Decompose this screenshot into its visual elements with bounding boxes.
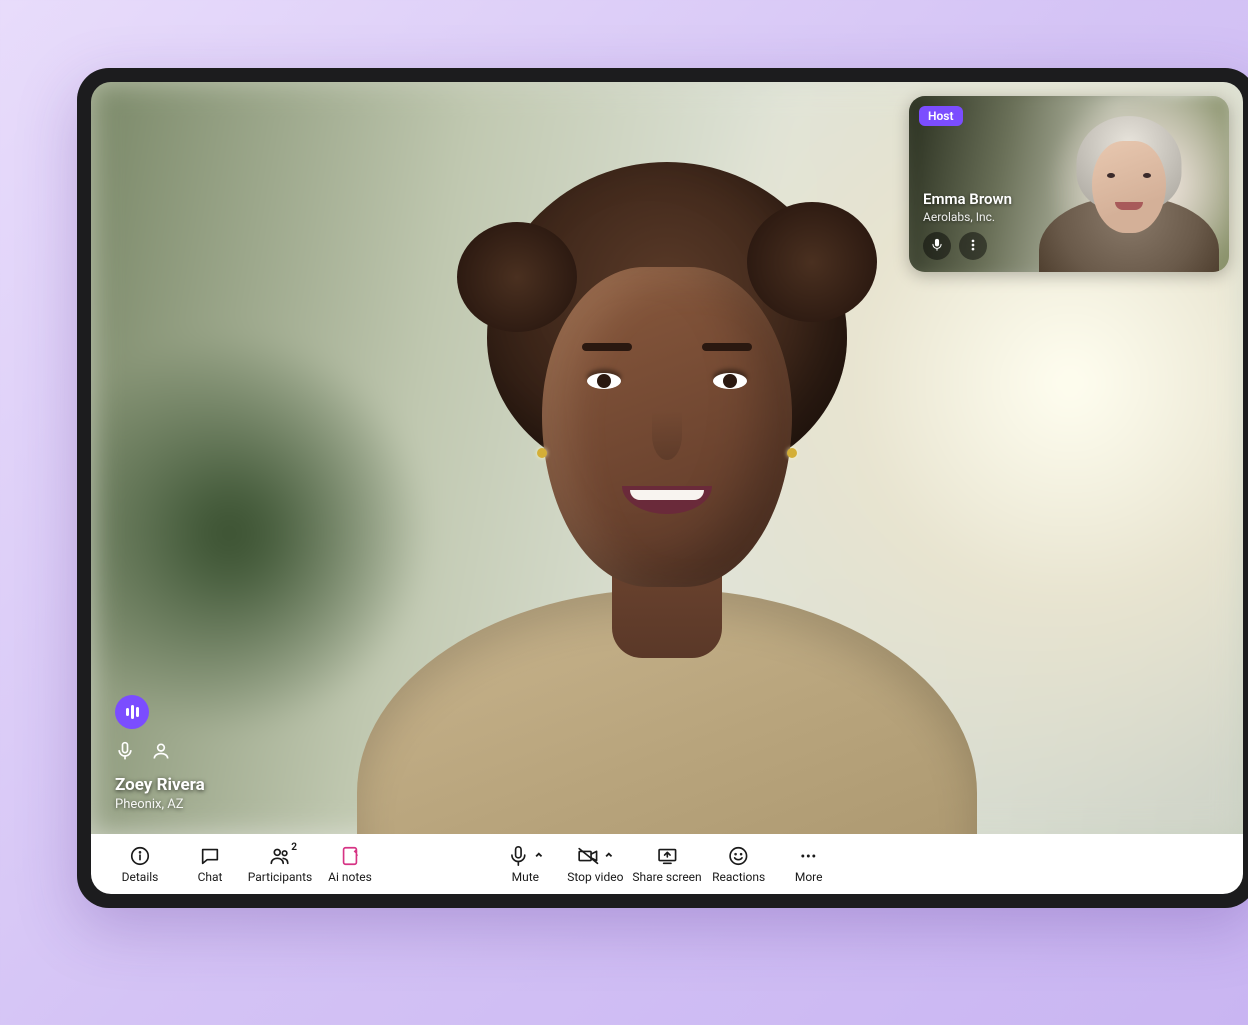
video-stage: Host Emma Brown Aerolabs, Inc. [91, 82, 1243, 834]
share-screen-label: Share screen [632, 870, 701, 884]
more-horizontal-icon [798, 845, 820, 867]
participants-icon: 2 [269, 845, 291, 867]
reactions-button[interactable]: Reactions [706, 838, 772, 890]
details-label: Details [122, 870, 159, 884]
mic-icon [115, 741, 135, 765]
person-icon [151, 741, 171, 765]
mic-icon [930, 237, 944, 256]
reactions-label: Reactions [712, 870, 765, 884]
pip-mic-button[interactable] [923, 232, 951, 260]
app-screen: Host Emma Brown Aerolabs, Inc. [91, 82, 1243, 894]
participants-button[interactable]: 2 Participants [247, 838, 313, 890]
host-badge: Host [919, 106, 963, 126]
info-icon [129, 845, 151, 867]
speaker-name: Zoey Rivera [115, 775, 205, 795]
participants-count-badge: 2 [291, 842, 297, 853]
stop-video-button[interactable]: Stop video [562, 838, 628, 890]
more-button[interactable]: More [776, 838, 842, 890]
chevron-up-icon[interactable] [603, 851, 613, 861]
chevron-up-icon[interactable] [533, 851, 543, 861]
self-view-thumbnail[interactable]: Host Emma Brown Aerolabs, Inc. [909, 96, 1229, 272]
smile-icon [728, 845, 750, 867]
pip-more-button[interactable] [959, 232, 987, 260]
details-button[interactable]: Details [107, 838, 173, 890]
pip-name: Emma Brown [923, 190, 1012, 208]
chat-icon [199, 845, 221, 867]
speaking-indicator-icon [115, 695, 149, 729]
ai-notes-button[interactable]: Ai notes [317, 838, 383, 890]
pip-subtitle: Aerolabs, Inc. [923, 210, 1012, 224]
ai-notes-icon [339, 845, 361, 867]
mute-button[interactable]: Mute [492, 838, 558, 890]
more-vertical-icon [966, 237, 980, 256]
meeting-toolbar: Details Chat 2 Participants [91, 834, 1243, 894]
share-screen-icon [656, 845, 678, 867]
tablet-frame: Host Emma Brown Aerolabs, Inc. [77, 68, 1248, 908]
mute-label: Mute [512, 870, 539, 884]
speaker-subtitle: Pheonix, AZ [115, 797, 205, 812]
ai-notes-label: Ai notes [328, 870, 372, 884]
chat-button[interactable]: Chat [177, 838, 243, 890]
share-screen-button[interactable]: Share screen [632, 838, 701, 890]
mic-icon [507, 845, 529, 867]
more-label: More [795, 870, 823, 884]
video-off-icon [577, 845, 599, 867]
chat-label: Chat [198, 870, 223, 884]
speaker-overlay: Zoey Rivera Pheonix, AZ [115, 695, 205, 812]
pip-info: Emma Brown Aerolabs, Inc. [923, 190, 1012, 260]
stop-video-label: Stop video [567, 870, 623, 884]
participants-label: Participants [248, 870, 312, 884]
